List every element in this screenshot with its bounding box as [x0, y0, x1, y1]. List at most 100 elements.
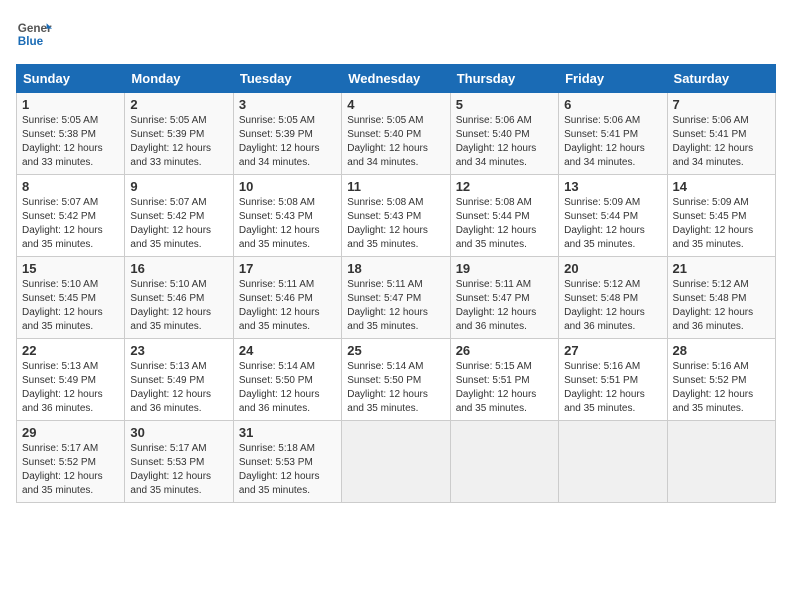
week-row-4: 22 Sunrise: 5:13 AMSunset: 5:49 PMDayligh…: [17, 339, 776, 421]
day-number: 28: [673, 343, 770, 358]
day-info: Sunrise: 5:06 AMSunset: 5:40 PMDaylight:…: [456, 114, 553, 170]
day-info: Sunrise: 5:11 AMSunset: 5:46 PMDaylight:…: [239, 278, 336, 334]
logo: General Blue: [16, 16, 52, 52]
day-number: 29: [22, 425, 119, 440]
calendar-cell: 1 Sunrise: 5:05 AMSunset: 5:38 PMDaylight…: [17, 93, 125, 175]
calendar-cell: [667, 421, 775, 503]
calendar-cell: 15Sunrise: 5:10 AMSunset: 5:45 PMDayligh…: [17, 257, 125, 339]
day-number: 16: [130, 261, 227, 276]
calendar-cell: 14Sunrise: 5:09 AMSunset: 5:45 PMDayligh…: [667, 175, 775, 257]
calendar-cell: 12 Sunrise: 5:08 AMSunset: 5:44 PMDayligh…: [450, 175, 558, 257]
day-info: Sunrise: 5:13 AMSunset: 5:49 PMDaylight:…: [130, 360, 227, 416]
day-number: 8: [22, 179, 119, 194]
day-number: 4: [347, 97, 444, 112]
calendar-cell: 7 Sunrise: 5:06 AMSunset: 5:41 PMDaylight…: [667, 93, 775, 175]
day-info: Sunrise: 5:05 AMSunset: 5:40 PMDaylight:…: [347, 114, 444, 170]
day-info: Sunrise: 5:08 AMSunset: 5:44 PMDaylight:…: [456, 196, 553, 252]
day-number: 22: [22, 343, 119, 358]
day-info: Sunrise: 5:11 AMSunset: 5:47 PMDaylight:…: [456, 278, 553, 334]
day-number: 19: [456, 261, 553, 276]
day-info: Sunrise: 5:16 AMSunset: 5:51 PMDaylight:…: [564, 360, 661, 416]
day-info: Sunrise: 5:07 AMSunset: 5:42 PMDaylight:…: [22, 196, 119, 252]
day-info: Sunrise: 5:05 AMSunset: 5:39 PMDaylight:…: [239, 114, 336, 170]
day-number: 23: [130, 343, 227, 358]
day-number: 31: [239, 425, 336, 440]
svg-text:Blue: Blue: [18, 35, 44, 48]
day-number: 17: [239, 261, 336, 276]
day-info: Sunrise: 5:05 AMSunset: 5:39 PMDaylight:…: [130, 114, 227, 170]
day-number: 1: [22, 97, 119, 112]
weekday-header-row: SundayMondayTuesdayWednesdayThursdayFrid…: [17, 65, 776, 93]
calendar-cell: 13 Sunrise: 5:09 AMSunset: 5:44 PMDayligh…: [559, 175, 667, 257]
calendar-cell: 9 Sunrise: 5:07 AMSunset: 5:42 PMDaylight…: [125, 175, 233, 257]
day-number: 15: [22, 261, 119, 276]
calendar-cell: 27 Sunrise: 5:16 AMSunset: 5:51 PMDayligh…: [559, 339, 667, 421]
day-number: 12: [456, 179, 553, 194]
weekday-saturday: Saturday: [667, 65, 775, 93]
day-number: 7: [673, 97, 770, 112]
calendar-cell: 31Sunrise: 5:18 AMSunset: 5:53 PMDayligh…: [233, 421, 341, 503]
calendar-cell: 16 Sunrise: 5:10 AMSunset: 5:46 PMDayligh…: [125, 257, 233, 339]
calendar-cell: 5 Sunrise: 5:06 AMSunset: 5:40 PMDaylight…: [450, 93, 558, 175]
day-info: Sunrise: 5:08 AMSunset: 5:43 PMDaylight:…: [347, 196, 444, 252]
day-info: Sunrise: 5:07 AMSunset: 5:42 PMDaylight:…: [130, 196, 227, 252]
day-number: 27: [564, 343, 661, 358]
day-info: Sunrise: 5:08 AMSunset: 5:43 PMDaylight:…: [239, 196, 336, 252]
weekday-friday: Friday: [559, 65, 667, 93]
calendar-cell: 3 Sunrise: 5:05 AMSunset: 5:39 PMDaylight…: [233, 93, 341, 175]
day-number: 20: [564, 261, 661, 276]
week-row-5: 29 Sunrise: 5:17 AMSunset: 5:52 PMDayligh…: [17, 421, 776, 503]
day-number: 21: [673, 261, 770, 276]
day-info: Sunrise: 5:17 AMSunset: 5:53 PMDaylight:…: [130, 442, 227, 498]
logo-icon: General Blue: [16, 16, 52, 52]
day-number: 9: [130, 179, 227, 194]
calendar-cell: 10Sunrise: 5:08 AMSunset: 5:43 PMDayligh…: [233, 175, 341, 257]
calendar-cell: 26 Sunrise: 5:15 AMSunset: 5:51 PMDayligh…: [450, 339, 558, 421]
calendar-cell: 4 Sunrise: 5:05 AMSunset: 5:40 PMDaylight…: [342, 93, 450, 175]
day-number: 14: [673, 179, 770, 194]
calendar-cell: 20 Sunrise: 5:12 AMSunset: 5:48 PMDayligh…: [559, 257, 667, 339]
day-info: Sunrise: 5:13 AMSunset: 5:49 PMDaylight:…: [22, 360, 119, 416]
day-number: 13: [564, 179, 661, 194]
day-info: Sunrise: 5:15 AMSunset: 5:51 PMDaylight:…: [456, 360, 553, 416]
weekday-thursday: Thursday: [450, 65, 558, 93]
day-info: Sunrise: 5:05 AMSunset: 5:38 PMDaylight:…: [22, 114, 119, 170]
calendar-cell: 22 Sunrise: 5:13 AMSunset: 5:49 PMDayligh…: [17, 339, 125, 421]
day-info: Sunrise: 5:10 AMSunset: 5:46 PMDaylight:…: [130, 278, 227, 334]
calendar-cell: 29 Sunrise: 5:17 AMSunset: 5:52 PMDayligh…: [17, 421, 125, 503]
calendar-cell: 11Sunrise: 5:08 AMSunset: 5:43 PMDayligh…: [342, 175, 450, 257]
day-info: Sunrise: 5:06 AMSunset: 5:41 PMDaylight:…: [673, 114, 770, 170]
weekday-monday: Monday: [125, 65, 233, 93]
day-info: Sunrise: 5:09 AMSunset: 5:44 PMDaylight:…: [564, 196, 661, 252]
calendar-body: 1 Sunrise: 5:05 AMSunset: 5:38 PMDaylight…: [17, 93, 776, 503]
day-number: 6: [564, 97, 661, 112]
calendar-table: SundayMondayTuesdayWednesdayThursdayFrid…: [16, 64, 776, 503]
day-info: Sunrise: 5:14 AMSunset: 5:50 PMDaylight:…: [347, 360, 444, 416]
day-number: 25: [347, 343, 444, 358]
calendar-cell: [559, 421, 667, 503]
day-number: 2: [130, 97, 227, 112]
calendar-cell: 18Sunrise: 5:11 AMSunset: 5:47 PMDayligh…: [342, 257, 450, 339]
calendar-cell: 17 Sunrise: 5:11 AMSunset: 5:46 PMDayligh…: [233, 257, 341, 339]
day-info: Sunrise: 5:12 AMSunset: 5:48 PMDaylight:…: [673, 278, 770, 334]
calendar-cell: 25 Sunrise: 5:14 AMSunset: 5:50 PMDayligh…: [342, 339, 450, 421]
calendar-cell: 23 Sunrise: 5:13 AMSunset: 5:49 PMDayligh…: [125, 339, 233, 421]
day-info: Sunrise: 5:12 AMSunset: 5:48 PMDaylight:…: [564, 278, 661, 334]
calendar-cell: 30Sunrise: 5:17 AMSunset: 5:53 PMDayligh…: [125, 421, 233, 503]
day-number: 3: [239, 97, 336, 112]
calendar-cell: [450, 421, 558, 503]
calendar-cell: 21 Sunrise: 5:12 AMSunset: 5:48 PMDayligh…: [667, 257, 775, 339]
week-row-2: 8 Sunrise: 5:07 AMSunset: 5:42 PMDaylight…: [17, 175, 776, 257]
day-number: 26: [456, 343, 553, 358]
week-row-3: 15Sunrise: 5:10 AMSunset: 5:45 PMDayligh…: [17, 257, 776, 339]
day-info: Sunrise: 5:06 AMSunset: 5:41 PMDaylight:…: [564, 114, 661, 170]
weekday-sunday: Sunday: [17, 65, 125, 93]
day-number: 18: [347, 261, 444, 276]
page-header: General Blue: [16, 16, 776, 52]
day-number: 5: [456, 97, 553, 112]
day-info: Sunrise: 5:16 AMSunset: 5:52 PMDaylight:…: [673, 360, 770, 416]
weekday-tuesday: Tuesday: [233, 65, 341, 93]
day-info: Sunrise: 5:17 AMSunset: 5:52 PMDaylight:…: [22, 442, 119, 498]
day-info: Sunrise: 5:14 AMSunset: 5:50 PMDaylight:…: [239, 360, 336, 416]
calendar-cell: 24Sunrise: 5:14 AMSunset: 5:50 PMDayligh…: [233, 339, 341, 421]
